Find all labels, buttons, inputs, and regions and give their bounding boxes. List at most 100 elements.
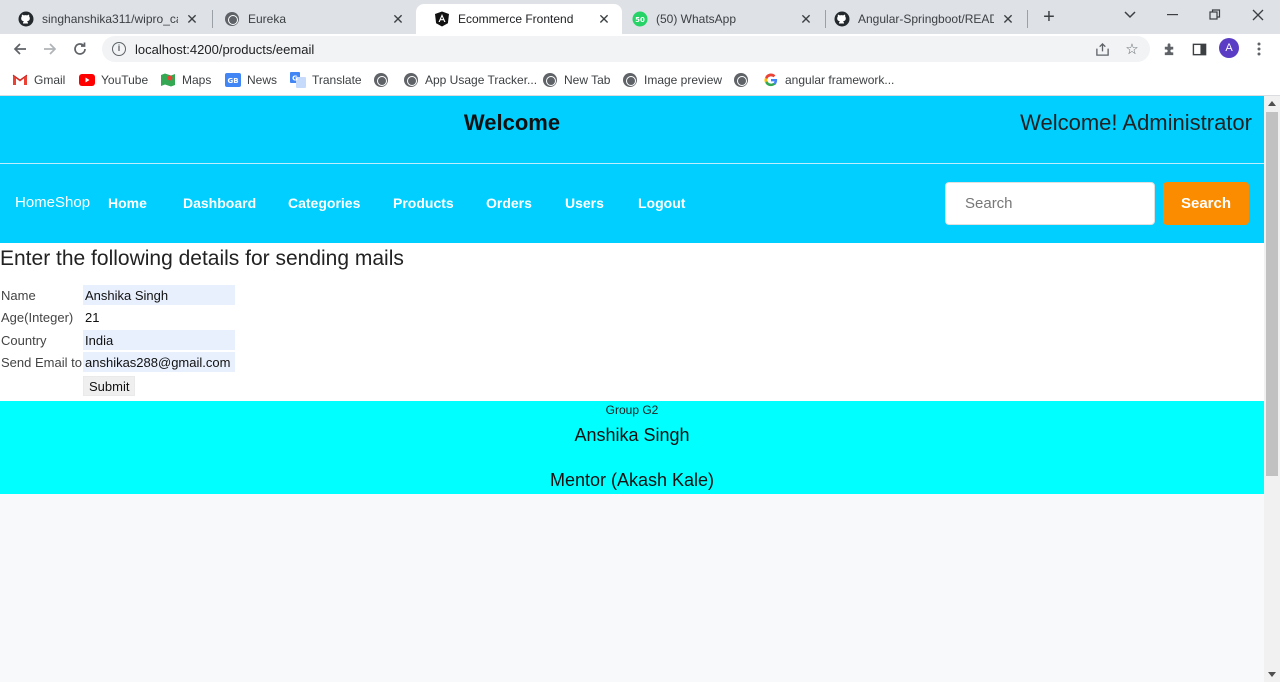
maps-icon	[160, 72, 176, 88]
footer-mentor: Mentor (Akash Kale)	[549, 470, 715, 490]
angular-icon	[434, 11, 450, 27]
nav-link-home[interactable]: Home	[108, 195, 147, 211]
extensions-puzzle-icon[interactable]	[1160, 40, 1178, 58]
nav-link-orders[interactable]: Orders	[486, 195, 532, 211]
tab-separator	[1027, 10, 1028, 28]
bookmark-new-tab[interactable]: New Tab	[542, 71, 610, 89]
bookmark-translate[interactable]: G Translate	[290, 71, 362, 89]
email-form-section: Enter the following details for sending …	[0, 243, 1264, 401]
gmail-icon	[12, 72, 28, 88]
tab-github-wipro[interactable]: singhanshika311/wipro_caps ✕	[0, 4, 210, 34]
tab-title: Eureka	[248, 12, 287, 26]
bookmark-globe-1[interactable]	[373, 71, 395, 89]
scroll-up-arrow-icon[interactable]	[1268, 101, 1276, 106]
github-icon	[834, 11, 850, 27]
nav-link-dashboard[interactable]: Dashboard	[183, 195, 256, 211]
bookmark-globe-2[interactable]	[733, 71, 755, 89]
bookmark-gmail[interactable]: Gmail	[12, 71, 65, 89]
whatsapp-icon: 50	[632, 11, 648, 27]
reload-icon[interactable]	[69, 38, 91, 60]
name-field[interactable]	[83, 285, 235, 305]
close-icon[interactable]: ✕	[1000, 11, 1016, 27]
globe-icon	[542, 72, 558, 88]
github-icon	[18, 11, 34, 27]
footer-group: Group G2	[605, 403, 659, 417]
scroll-down-arrow-icon[interactable]	[1268, 672, 1276, 677]
close-icon[interactable]: ✕	[798, 11, 814, 27]
form-row-email: Send Email to	[1, 352, 235, 372]
footer-author-name: Anshika Singh	[574, 425, 690, 445]
youtube-icon	[79, 72, 95, 88]
page-scrollbar[interactable]	[1264, 96, 1280, 682]
bookmark-angular-framework[interactable]: angular framework...	[763, 71, 894, 89]
side-panel-icon[interactable]	[1190, 40, 1208, 58]
nav-link-categories[interactable]: Categories	[288, 195, 360, 211]
nav-link-products[interactable]: Products	[393, 195, 454, 211]
globe-icon	[733, 72, 749, 88]
minimize-icon[interactable]	[1158, 4, 1188, 26]
welcome-title: Welcome	[463, 110, 561, 135]
brand-link[interactable]: HomeShop	[15, 194, 90, 211]
nav-link-users[interactable]: Users	[565, 195, 604, 211]
google-icon	[763, 72, 779, 88]
translate-icon: G	[290, 72, 306, 88]
bookmark-image-preview[interactable]: Image preview	[622, 71, 722, 89]
scroll-thumb[interactable]	[1266, 112, 1278, 476]
nav-link-logout[interactable]: Logout	[638, 195, 685, 211]
main-navbar: HomeShop Home Dashboard Categories Produ…	[0, 164, 1264, 243]
submit-button[interactable]: Submit	[83, 376, 136, 396]
form-row-name: Name	[1, 285, 235, 305]
close-icon[interactable]: ✕	[596, 11, 612, 27]
close-icon[interactable]: ✕	[184, 11, 200, 27]
age-field[interactable]	[83, 307, 235, 327]
tab-title: Ecommerce Frontend	[458, 12, 574, 26]
country-field[interactable]	[83, 330, 235, 350]
news-icon: GB	[225, 72, 241, 88]
close-icon[interactable]: ✕	[390, 11, 406, 27]
restore-icon[interactable]	[1200, 4, 1230, 26]
age-label: Age(Integer)	[1, 309, 74, 325]
browser-toolbar: i localhost:4200/products/eemail ☆	[0, 34, 1280, 64]
new-tab-button[interactable]: +	[1038, 6, 1060, 28]
site-info-icon[interactable]: i	[112, 42, 126, 56]
email-field[interactable]	[83, 352, 235, 372]
svg-text:G: G	[292, 75, 298, 83]
address-bar[interactable]: i localhost:4200/products/eemail	[102, 36, 1150, 62]
bookmark-star-icon[interactable]: ☆	[1123, 40, 1141, 58]
admin-greeting: Welcome! Administrator	[1020, 110, 1252, 135]
kebab-menu-icon[interactable]	[1250, 40, 1268, 58]
bookmark-app-usage-tracker[interactable]: App Usage Tracker...	[403, 71, 537, 89]
tab-search-chevron-icon[interactable]	[1115, 4, 1145, 26]
url-text: localhost:4200/products/eemail	[135, 41, 315, 57]
page-title: Enter the following details for sending …	[0, 247, 404, 270]
share-icon[interactable]	[1093, 40, 1111, 58]
email-label: Send Email to	[1, 354, 82, 370]
tab-title: singhanshika311/wipro_caps	[42, 12, 178, 26]
tab-github-angular-springboot[interactable]: Angular-Springboot/READM ✕	[816, 4, 1026, 34]
svg-text:GB: GB	[227, 77, 238, 85]
tab-whatsapp[interactable]: 50 (50) WhatsApp ✕	[614, 4, 824, 34]
browser-tabstrip: singhanshika311/wipro_caps ✕ Eureka ✕ Ec…	[0, 0, 1280, 34]
window-close-icon[interactable]	[1243, 4, 1273, 26]
bookmark-news[interactable]: GB News	[225, 71, 277, 89]
profile-avatar[interactable]: A	[1219, 38, 1239, 58]
bookmark-youtube[interactable]: YouTube	[79, 71, 148, 89]
form-row-country: Country	[1, 330, 235, 350]
bookmark-maps[interactable]: Maps	[160, 71, 211, 89]
tab-eureka[interactable]: Eureka ✕	[206, 4, 416, 34]
country-label: Country	[1, 332, 47, 348]
globe-icon	[403, 72, 419, 88]
search-input[interactable]	[945, 182, 1155, 225]
page-viewport: Welcome Welcome! Administrator HomeShop …	[0, 96, 1264, 682]
bookmarks-bar: Gmail YouTube Maps GB News G Translate A…	[0, 64, 1280, 96]
globe-icon	[622, 72, 638, 88]
site-header: Welcome Welcome! Administrator	[0, 96, 1264, 164]
form-row-age: Age(Integer)	[1, 307, 235, 327]
tab-ecommerce-frontend[interactable]: Ecommerce Frontend ✕	[416, 4, 622, 34]
forward-arrow-icon[interactable]	[39, 38, 61, 60]
globe-icon	[224, 11, 240, 27]
back-arrow-icon[interactable]	[9, 38, 31, 60]
tab-title: (50) WhatsApp	[656, 12, 737, 26]
search-button[interactable]: Search	[1163, 182, 1249, 225]
tab-title: Angular-Springboot/READM	[858, 12, 994, 26]
